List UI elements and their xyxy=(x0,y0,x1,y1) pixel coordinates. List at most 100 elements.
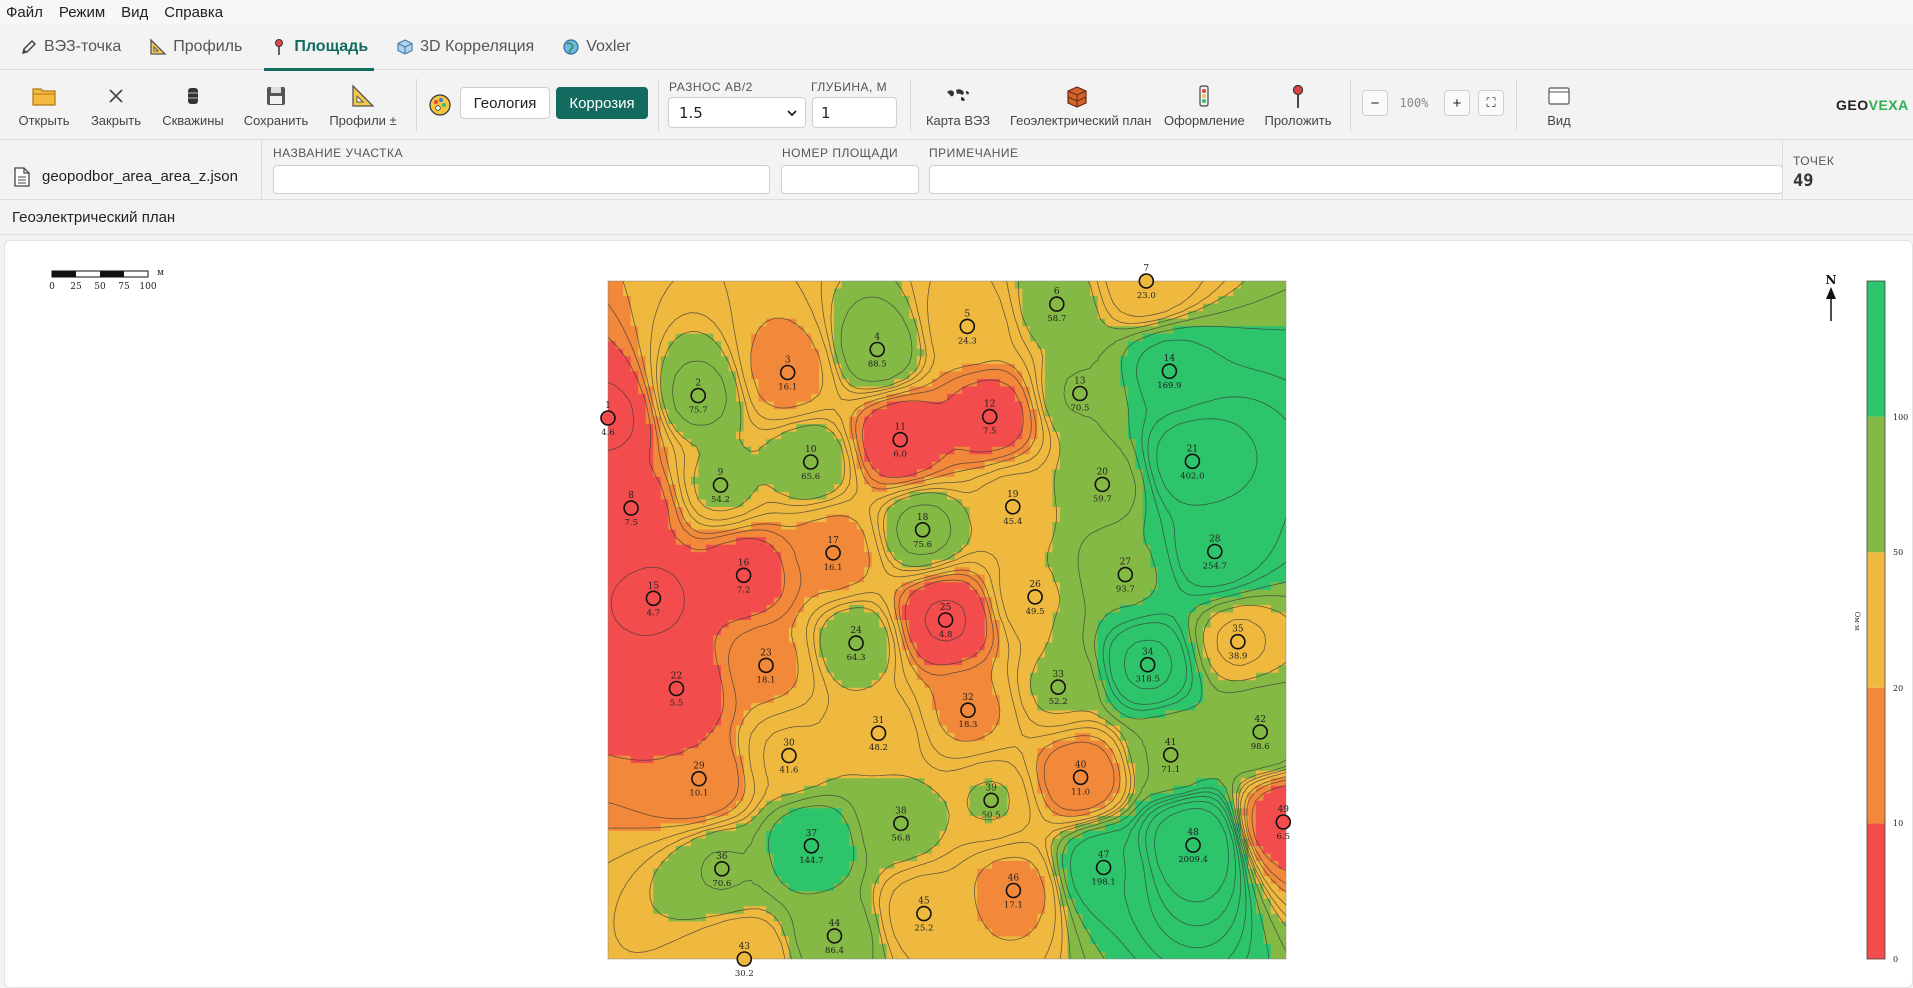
grid-cell xyxy=(668,612,677,621)
grid-cell xyxy=(969,356,978,365)
grid-cell xyxy=(947,394,956,403)
grid-cell xyxy=(969,431,978,440)
grid-cell xyxy=(1210,507,1219,516)
profiles-button[interactable]: Профили ± xyxy=(328,83,398,128)
grid-cell xyxy=(871,574,880,583)
grid-cell xyxy=(788,574,797,583)
tab-label: Voxler xyxy=(586,38,631,55)
grid-cell xyxy=(728,559,737,568)
grid-cell xyxy=(638,514,647,523)
grid-cell xyxy=(1097,529,1106,538)
fit-screen-button[interactable]: ⛶ xyxy=(1478,90,1504,116)
grid-cell xyxy=(826,620,835,629)
menu-help[interactable]: Справка xyxy=(158,4,229,21)
grid-cell xyxy=(713,620,722,629)
grid-cell xyxy=(1218,454,1227,463)
palette-icon[interactable] xyxy=(428,93,452,117)
grid-cell xyxy=(1112,311,1121,320)
styling-button[interactable]: Оформление xyxy=(1164,83,1245,128)
window-view-icon xyxy=(1548,87,1570,105)
grid-cell xyxy=(615,567,624,576)
grid-cell xyxy=(999,650,1008,659)
view-button[interactable]: Вид xyxy=(1530,83,1588,128)
grid-cell xyxy=(758,409,767,418)
menu-file[interactable]: Файл xyxy=(0,4,49,21)
grid-cell xyxy=(1135,409,1144,418)
grid-cell xyxy=(977,620,986,629)
grid-cell xyxy=(721,326,730,335)
site-name-input[interactable] xyxy=(273,165,770,194)
note-input[interactable] xyxy=(929,165,1783,194)
close-button[interactable]: Закрыть xyxy=(86,83,146,128)
grid-cell xyxy=(766,559,775,568)
corrosion-toggle[interactable]: Коррозия xyxy=(556,87,648,119)
open-button[interactable]: Открыть xyxy=(14,83,74,128)
grid-cell xyxy=(1022,341,1031,350)
save-button[interactable]: Сохранить xyxy=(242,83,310,128)
grid-cell xyxy=(1248,454,1257,463)
grid-cell xyxy=(1142,635,1151,644)
tab-ves-point[interactable]: ВЭЗ-точка xyxy=(6,24,135,70)
place-button[interactable]: Проложить xyxy=(1262,83,1334,128)
grid-cell xyxy=(1075,620,1084,629)
grid-cell xyxy=(856,401,865,410)
grid-cell xyxy=(947,582,956,591)
tab-area[interactable]: Площадь xyxy=(256,24,382,71)
tab-3d-correlation[interactable]: 3D Корреляция xyxy=(382,24,548,70)
menu-view[interactable]: Вид xyxy=(115,4,154,21)
grid-cell xyxy=(1263,657,1272,666)
zoom-in-button[interactable]: + xyxy=(1444,90,1470,116)
tab-profile[interactable]: Профиль xyxy=(135,24,256,70)
grid-cell xyxy=(916,303,925,312)
grid-cell xyxy=(947,401,956,410)
menu-mode[interactable]: Режим xyxy=(53,4,111,21)
grid-cell xyxy=(1135,559,1144,568)
depth-input[interactable]: 1 xyxy=(812,97,897,128)
grid-cell xyxy=(1112,318,1121,327)
tab-voxler[interactable]: Voxler xyxy=(548,24,644,70)
grid-cell xyxy=(1278,363,1286,372)
grid-cell xyxy=(954,589,963,598)
grid-cell xyxy=(999,537,1008,546)
grid-cell xyxy=(705,620,715,629)
grid-cell xyxy=(1135,341,1144,350)
grid-cell xyxy=(1029,288,1038,297)
grid-cell xyxy=(705,612,715,621)
ves-map-button[interactable]: Карта ВЭЗ xyxy=(924,83,992,128)
grid-cell xyxy=(818,386,828,395)
grid-cell xyxy=(939,363,948,372)
grid-cell xyxy=(849,567,858,576)
grid-cell xyxy=(1082,311,1091,320)
grid-cell xyxy=(751,454,760,463)
wells-button[interactable]: Скважины xyxy=(159,83,227,128)
grid-cell xyxy=(856,288,865,297)
grid-cell xyxy=(705,378,715,388)
grid-cell xyxy=(924,303,933,312)
grid-cell xyxy=(1052,537,1061,546)
grid-cell xyxy=(758,446,767,455)
grid-cell xyxy=(690,665,699,674)
map-canvas-panel[interactable]: 0 25 50 75 100 м 1 4.6 2 75.7 3 16.1 4 88.5 5 24.… xyxy=(4,240,1913,988)
grid-cell xyxy=(1165,537,1174,546)
geology-toggle[interactable]: Геология xyxy=(460,87,550,119)
area-number-input[interactable] xyxy=(781,165,919,194)
grid-cell xyxy=(645,552,654,561)
zoom-out-button[interactable]: − xyxy=(1362,90,1388,116)
grid-cell xyxy=(690,680,699,689)
grid-cell xyxy=(630,416,639,425)
grid-cell xyxy=(856,680,865,689)
grid-cell xyxy=(788,333,797,342)
spacing-select[interactable]: 1.5 xyxy=(668,97,806,128)
grid-cell xyxy=(1112,612,1121,621)
grid-cell xyxy=(1112,484,1121,493)
geo-plan-button[interactable]: Геоэлектрический план xyxy=(1010,83,1151,128)
geoelectric-map[interactable]: 0 25 50 75 100 м 14.6275.7316.1488.5524.… xyxy=(5,241,1913,988)
grid-cell xyxy=(773,650,782,659)
grid-cell xyxy=(1240,499,1249,508)
grid-cell xyxy=(1195,318,1204,327)
grid-cell xyxy=(849,559,858,568)
grid-cell xyxy=(954,416,963,425)
grid-cell xyxy=(811,401,820,410)
grid-cell xyxy=(736,326,745,335)
grid-cell xyxy=(841,544,850,553)
